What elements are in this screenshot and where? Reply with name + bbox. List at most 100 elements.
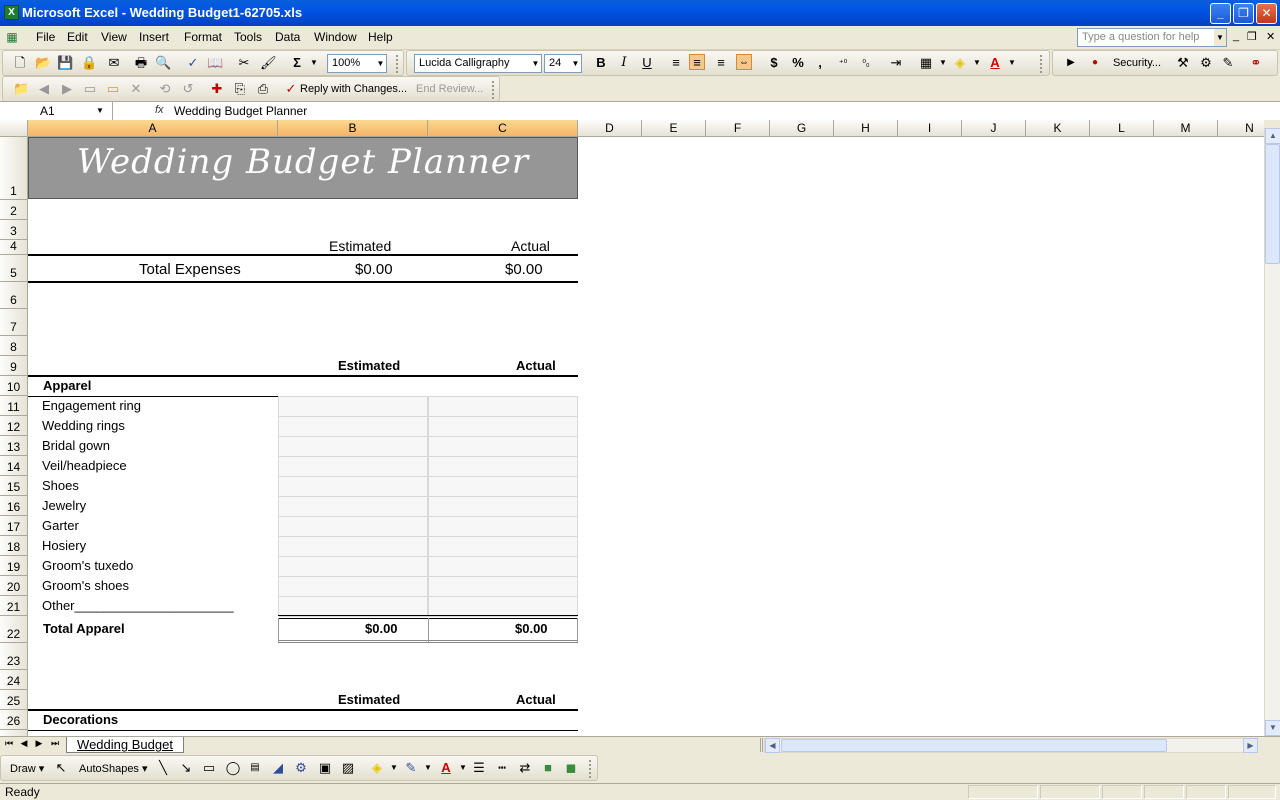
arrow-icon[interactable]: ↘ [178,760,194,776]
row-header[interactable]: 1 [0,137,28,200]
vertical-scroll-thumb[interactable] [1265,144,1280,264]
folder-icon[interactable]: 📁 [13,81,29,97]
format-painter-icon[interactable]: 🖌 [260,55,277,71]
horizontal-scrollbar[interactable]: ◀ ▶ [764,738,1258,753]
row-header[interactable]: 8 [0,336,28,356]
font-size-select[interactable]: 24 ▼ [544,54,582,73]
align-right-icon[interactable]: ≡ [713,55,729,71]
menu-help[interactable]: Help [368,30,393,44]
column-header-f[interactable]: F [706,120,770,137]
column-header-i[interactable]: I [898,120,962,137]
toolbar-grip[interactable] [492,81,495,99]
row-header[interactable]: 26 [0,710,28,730]
apparel-item[interactable]: Garter [42,518,79,533]
doc-restore-button[interactable]: ❐ [1247,30,1257,43]
column-header-b[interactable]: B [278,120,428,137]
apparel-item[interactable]: Groom's shoes [42,578,129,593]
apparel-item[interactable]: Shoes [42,478,79,493]
formula-input[interactable]: Wedding Budget Planner [174,104,307,118]
menu-window[interactable]: Window [314,30,357,44]
row-header[interactable]: 7 [0,309,28,336]
row-header[interactable]: 16 [0,496,28,516]
scroll-down-icon[interactable]: ▼ [1265,720,1280,736]
align-center-icon[interactable]: ≡ [689,54,705,70]
input-cell[interactable] [278,576,428,597]
open-icon[interactable]: 📂 [35,55,51,71]
decorations-heading[interactable]: Decorations [43,712,118,727]
input-cell[interactable] [278,436,428,457]
input-cell[interactable] [278,556,428,577]
column-header-n[interactable]: N [1218,120,1264,137]
total-expenses-actual[interactable]: $0.00 [505,261,543,278]
input-cell[interactable] [428,416,578,437]
sheet-tab-wedding-budget[interactable]: Wedding Budget [66,737,184,753]
toolbar-grip[interactable] [396,55,399,73]
comma-button[interactable]: , [812,55,828,71]
align-left-icon[interactable]: ≡ [668,55,684,71]
row-header[interactable]: 11 [0,396,28,416]
chevron-down-icon[interactable]: ▼ [455,760,471,776]
picture-icon[interactable]: ▨ [340,760,356,776]
record-macro-icon[interactable]: ● [1087,55,1103,71]
apparel-item[interactable]: Bridal gown [42,438,110,453]
next-comment-icon[interactable]: ▶ [59,81,75,97]
spreadsheet-grid[interactable]: A B C D E F G H I J K L M N 1 2 3 4 5 6 … [0,120,1264,736]
decorations-estimated-header[interactable]: Estimated [338,692,400,707]
row-header[interactable]: 6 [0,282,28,309]
input-cell[interactable] [428,456,578,477]
doc-minimize-button[interactable]: _ [1233,30,1239,42]
text-box-icon[interactable]: ▤ [247,760,263,776]
apparel-actual-header[interactable]: Actual [516,358,556,373]
line-style-icon[interactable]: ☰ [471,760,487,776]
scroll-right-icon[interactable]: ▶ [1243,738,1258,753]
permission-icon[interactable]: 🔒 [81,55,97,71]
apparel-estimated-header[interactable]: Estimated [338,358,400,373]
reply-icon[interactable]: ✓ [283,81,299,97]
scroll-up-icon[interactable]: ▲ [1265,128,1280,144]
input-cell[interactable] [278,596,428,617]
row-header[interactable]: 13 [0,436,28,456]
row-header[interactable]: 23 [0,643,28,670]
total-expenses-label[interactable]: Total Expenses [139,261,241,278]
draw-fill-color-icon[interactable]: ◈ [369,760,385,776]
merge-center-icon[interactable]: ⇔ [736,54,752,70]
doc-close-button[interactable]: ✕ [1266,30,1275,43]
chevron-down-icon[interactable]: ▼ [96,102,104,120]
total-expenses-estimated[interactable]: $0.00 [355,261,393,278]
input-cell[interactable] [428,396,578,417]
autoshapes-menu[interactable]: AutoShapes ▾ [79,762,148,775]
column-header-k[interactable]: K [1026,120,1090,137]
zoom-select[interactable]: 100% ▼ [327,54,387,73]
summary-actual-header[interactable]: Actual [511,238,550,254]
column-header-g[interactable]: G [770,120,834,137]
end-review-button[interactable]: End Review... [416,83,483,95]
input-cell[interactable] [278,456,428,477]
toolbar-grip[interactable] [1040,55,1043,73]
name-box[interactable]: A1 ▼ [0,102,113,121]
column-header-m[interactable]: M [1154,120,1218,137]
column-header-j[interactable]: J [962,120,1026,137]
save-icon[interactable]: 💾 [57,55,73,71]
increase-decimal-icon[interactable]: ⁺⁰ [835,55,851,71]
tab-split-handle[interactable] [760,738,763,752]
scroll-left-icon[interactable]: ◀ [765,738,780,753]
print-icon[interactable]: 🖶 [133,55,149,71]
design-mode-icon[interactable]: ✎ [1220,55,1236,71]
apparel-item[interactable]: Jewelry [42,498,86,513]
minimize-button[interactable]: _ [1210,3,1231,24]
menu-insert[interactable]: Insert [139,30,169,44]
row-header[interactable]: 22 [0,616,28,643]
toolbar-grip[interactable] [589,760,592,778]
new-icon[interactable]: 🗋 [12,55,28,71]
script-editor-icon[interactable]: ⚭ [1248,55,1264,71]
chevron-down-icon[interactable]: ▼ [935,55,951,71]
borders-icon[interactable]: ▦ [918,55,934,71]
apparel-item[interactable]: Groom's tuxedo [42,558,133,573]
row-header[interactable]: 5 [0,255,28,282]
update-file-icon[interactable]: ⎘ [232,81,248,97]
chevron-down-icon[interactable]: ▼ [386,760,402,776]
decrease-decimal-icon[interactable]: ⁰₀ [858,55,874,71]
row-header[interactable]: 21 [0,596,28,616]
oval-icon[interactable]: ◯ [225,760,241,776]
workbook-icon[interactable]: ▦ [4,29,20,45]
